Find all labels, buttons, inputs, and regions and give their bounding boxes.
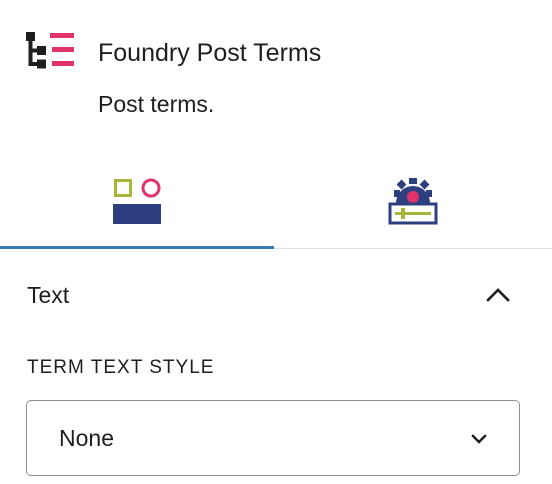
tab-styles[interactable]	[0, 160, 274, 249]
shapes-styles-icon	[112, 177, 162, 232]
block-card: Foundry Post Terms Post terms.	[0, 0, 552, 150]
block-title: Foundry Post Terms	[98, 39, 322, 67]
chevron-up-icon[interactable]	[484, 281, 512, 309]
text-panel-toggle[interactable]: Text	[0, 249, 552, 343]
tab-advanced[interactable]	[274, 160, 552, 248]
block-description: Post terms.	[98, 91, 215, 117]
gear-settings-icon	[387, 177, 439, 232]
text-panel: Text TERM TEXT STYLE None	[0, 249, 552, 484]
select-value: None	[59, 425, 114, 451]
term-text-style-label: TERM TEXT STYLE	[27, 357, 215, 378]
block-tree-list-icon	[24, 30, 76, 74]
panel-title: Text	[27, 282, 70, 308]
inspector-tabs	[0, 160, 552, 249]
chevron-down-icon	[469, 429, 489, 449]
term-text-style-select[interactable]: None	[26, 400, 520, 476]
